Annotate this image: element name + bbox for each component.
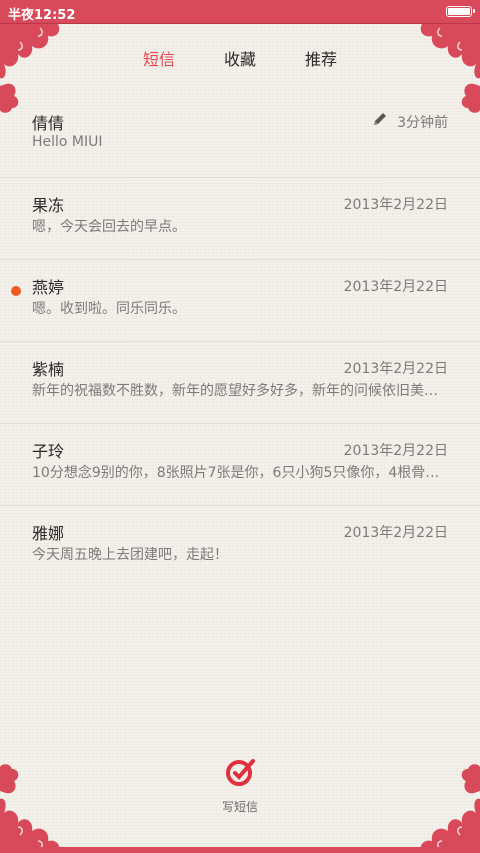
message-time: 2013年2月22日 [343,361,448,377]
contact-name: 倩倩 [32,114,65,133]
message-preview: 10分想念9别的你，8张照片7张是你，6只小狗5只像你，4根骨头… [32,465,448,481]
message-time: 2013年2月22日 [343,443,448,459]
contact-name: 燕婷 [32,278,65,297]
conversation-list: 倩倩 Hello MIUI 3分钟前 果冻 嗯，今天会回去的早点。 2013年2… [0,96,480,588]
tab-bar: 短信 收藏 推荐 [0,46,480,70]
message-preview: 新年的祝福数不胜数，新年的愿望好多好多，新年的问候依旧美好… [32,383,448,399]
conversation-item[interactable]: 子玲 10分想念9别的你，8张照片7张是你，6只小狗5只像你，4根骨头… 201… [0,424,480,506]
conversation-item[interactable]: 燕婷 嗯。收到啦。同乐同乐。 2013年2月22日 [0,260,480,342]
status-time: 半夜12:52 [8,8,76,23]
tab-sms[interactable]: 短信 [143,46,175,70]
tab-favorites[interactable]: 收藏 [224,46,256,70]
message-time: 2013年2月22日 [343,279,448,295]
contact-name: 果冻 [32,196,65,215]
conversation-item[interactable]: 果冻 嗯，今天会回去的早点。 2013年2月22日 [0,178,480,260]
conversation-item[interactable]: 雅娜 今天周五晚上去团建吧，走起！ 2013年2月22日 [0,506,480,588]
pencil-icon [374,113,386,125]
contact-name: 子玲 [32,442,65,461]
battery-icon [446,6,475,17]
tab-recommended[interactable]: 推荐 [305,46,337,70]
message-preview: 嗯，今天会回去的早点。 [32,219,186,235]
message-preview: Hello MIUI [32,134,103,150]
contact-name: 雅娜 [32,524,65,543]
message-time: 3分钟前 [397,115,448,131]
message-preview: 今天周五晚上去团建吧，走起！ [32,547,228,563]
message-preview: 嗯。收到啦。同乐同乐。 [32,301,186,317]
compose-icon[interactable] [224,756,256,788]
message-time: 2013年2月22日 [343,197,448,213]
compose-area: 写短信 [0,756,480,815]
conversation-item[interactable]: 倩倩 Hello MIUI 3分钟前 [0,96,480,178]
compose-label[interactable]: 写短信 [0,798,480,815]
contact-name: 紫楠 [32,360,65,379]
conversation-item[interactable]: 紫楠 新年的祝福数不胜数，新年的愿望好多好多，新年的问候依旧美好… 2013年2… [0,342,480,424]
message-time: 2013年2月22日 [343,525,448,541]
bottom-border [0,847,480,853]
status-bar: 半夜12:52 [0,0,480,24]
unread-indicator [11,286,21,296]
